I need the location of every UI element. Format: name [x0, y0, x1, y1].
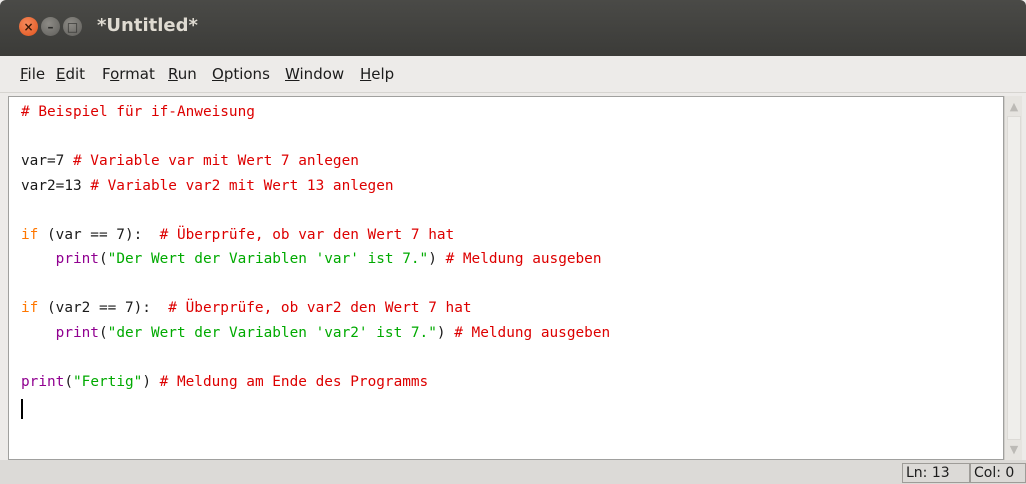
line-number-status: Ln: 13 — [902, 463, 970, 483]
code-line: var2=13 # Variable var2 mit Wert 13 anle… — [21, 177, 394, 195]
maximize-window-button[interactable]: □ — [63, 17, 82, 36]
scroll-down-arrow-icon[interactable]: ▼ — [1006, 441, 1022, 458]
menu-format[interactable]: Format — [102, 65, 155, 83]
code-token: # Beispiel für if-Anweisung — [21, 104, 255, 120]
code-token: ( — [64, 373, 73, 390]
title-bar[interactable]: × – □ *Untitled* — [0, 0, 1026, 56]
menu-window[interactable]: Window — [285, 65, 344, 83]
code-token: (var == 7): — [38, 226, 160, 243]
code-token: print — [55, 251, 99, 267]
scroll-up-arrow-icon[interactable]: ▲ — [1006, 98, 1022, 115]
code-token: # Variable var mit Wert 7 anlegen — [72, 153, 359, 169]
code-line: # Beispiel für if-Anweisung — [21, 103, 255, 121]
menu-options[interactable]: Options — [212, 65, 270, 83]
code-token: print — [55, 324, 99, 341]
code-token: print — [21, 373, 65, 390]
idle-editor-window: × – □ *Untitled* File Edit Format Run Op… — [0, 0, 1026, 484]
menu-file[interactable]: File — [20, 65, 45, 83]
minimize-window-button[interactable]: – — [41, 17, 60, 36]
code-token: ( — [98, 324, 108, 341]
code-line: if (var2 == 7): # Überprüfe, ob var2 den… — [21, 299, 472, 317]
code-token: if — [21, 300, 39, 316]
code-token: # Überprüfe, ob var den Wert 7 hat — [159, 226, 455, 243]
minimize-icon: – — [47, 19, 54, 34]
scrollbar-track[interactable] — [1007, 116, 1021, 440]
code-line: print("Fertig") # Meldung am Ende des Pr… — [21, 373, 428, 391]
code-token: var=7 — [21, 153, 73, 169]
code-token: (var2 == 7): — [38, 300, 169, 316]
code-line: print("Der Wert der Variablen 'var' ist … — [21, 250, 602, 268]
vertical-scrollbar[interactable]: ▲ ▼ — [1004, 96, 1022, 460]
text-cursor — [21, 399, 23, 419]
code-editor[interactable]: # Beispiel für if-Anweisung var=7 # Varia… — [8, 96, 1004, 460]
menu-format-label: rmat — [119, 65, 155, 83]
menu-help-label: elp — [371, 65, 395, 83]
menu-options-label: ptions — [223, 65, 270, 83]
close-window-button[interactable]: × — [19, 17, 38, 36]
code-token: # Meldung am Ende des Programms — [159, 373, 429, 390]
menu-file-label: ile — [27, 65, 46, 83]
menu-window-label: indow — [299, 65, 345, 83]
code-line: var=7 # Variable var mit Wert 7 anlegen — [21, 152, 359, 170]
close-icon: × — [23, 19, 34, 34]
menu-format-mnemonic: o — [110, 65, 120, 83]
code-token: # Meldung ausgeben — [445, 251, 602, 267]
menu-run[interactable]: Run — [168, 65, 197, 83]
code-token: if — [21, 226, 39, 243]
menu-help[interactable]: Help — [360, 65, 394, 83]
column-number-status: Col: 0 — [970, 463, 1026, 483]
status-bar: Ln: 13 Col: 0 — [0, 460, 1026, 484]
menu-edit-label: dit — [65, 65, 86, 83]
code-token: # Meldung ausgeben — [454, 324, 611, 341]
code-token: var2=13 — [21, 177, 91, 194]
code-token: "Fertig" — [73, 373, 143, 390]
code-token: # Überprüfe, ob var2 den Wert 7 hat — [168, 300, 472, 316]
menu-format-prefix: F — [102, 65, 111, 83]
code-token: ) — [428, 251, 446, 267]
code-token: # Variable var2 mit Wert 13 anlegen — [90, 177, 394, 194]
code-token: "der Wert der Variablen 'var2' ist 7." — [107, 324, 437, 341]
menu-file-mnemonic: F — [20, 65, 28, 83]
code-token: ) — [142, 373, 160, 390]
menu-options-mnemonic: O — [212, 65, 224, 83]
code-token: "Der Wert der Variablen 'var' ist 7." — [107, 251, 429, 267]
code-token: ) — [436, 324, 455, 341]
menu-bar: File Edit Format Run Options Window Help — [0, 56, 1026, 93]
code-line: if (var == 7): # Überprüfe, ob var den W… — [21, 226, 454, 244]
window-title: *Untitled* — [97, 15, 198, 36]
menu-run-label: un — [177, 65, 197, 83]
code-token: ( — [98, 251, 108, 267]
maximize-icon: □ — [66, 19, 79, 34]
menu-window-mnemonic: W — [285, 65, 300, 83]
menu-run-mnemonic: R — [168, 65, 178, 83]
menu-edit[interactable]: Edit — [56, 65, 85, 83]
code-line: print("der Wert der Variablen 'var2' ist… — [21, 324, 611, 342]
menu-help-mnemonic: H — [360, 65, 372, 83]
